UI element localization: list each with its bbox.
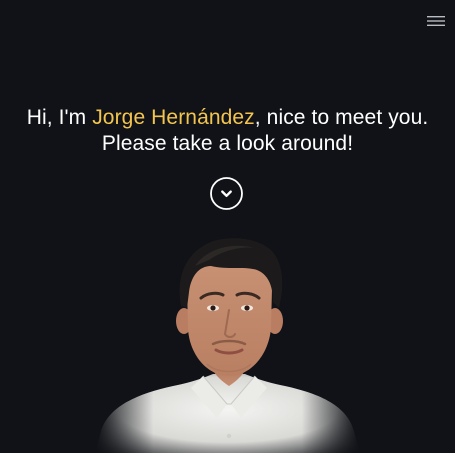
greeting-prefix: Hi, I'm [26,106,93,129]
profile-portrait [95,236,360,453]
chevron-down-circle-icon [210,177,243,210]
landing-page: Hi, I'm Jorge Hernández, nice to meet yo… [0,0,455,453]
scroll-down-button[interactable] [210,177,243,210]
hero-subtitle: Please take a look around! [101,132,354,155]
hamburger-menu-icon [427,16,445,26]
greeting-suffix: , nice to meet you. [254,106,429,129]
hero-headline: Hi, I'm Jorge Hernández, nice to meet yo… [0,105,455,157]
hero-name: Jorge Hernández [92,106,255,129]
menu-button[interactable] [427,14,445,28]
